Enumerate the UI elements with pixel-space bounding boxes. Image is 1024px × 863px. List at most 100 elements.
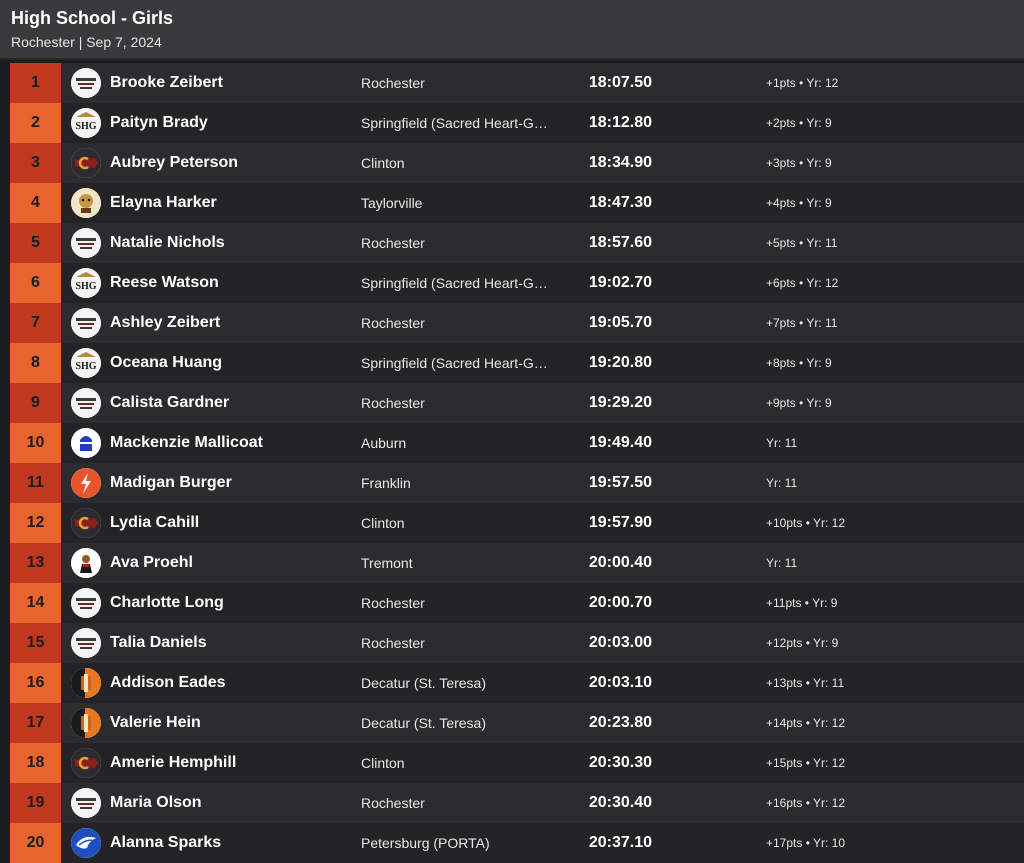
rochester-logo-icon xyxy=(71,588,101,618)
athlete-name[interactable]: Addison Eades xyxy=(110,674,226,692)
points-year: +16pts • Yr: 12 xyxy=(766,796,846,810)
athlete-name[interactable]: Maria Olson xyxy=(110,794,202,812)
athlete-name[interactable]: Oceana Huang xyxy=(110,354,222,372)
athlete-name[interactable]: Talia Daniels xyxy=(110,634,207,652)
rochester-logo-icon xyxy=(71,788,101,818)
athlete-name[interactable]: Reese Watson xyxy=(110,274,219,292)
result-row[interactable]: 7 Ashley Zeibert Rochester 19:05.70 +7pts • … xyxy=(10,303,1024,343)
school-name[interactable]: Petersburg (PORTA) xyxy=(361,835,561,851)
porta-logo-icon xyxy=(71,828,101,858)
finish-time: 20:30.30 xyxy=(588,754,652,771)
result-row[interactable]: 9 Calista Gardner Rochester 19:29.20 +9pts •… xyxy=(10,383,1024,423)
result-row[interactable]: 13 Ava Proehl Tremont 20:00.40 Yr: 11 xyxy=(10,543,1024,583)
finish-time: 19:49.40 xyxy=(588,434,652,451)
points-year: +13pts • Yr: 11 xyxy=(766,676,845,690)
athlete-name[interactable]: Valerie Hein xyxy=(110,714,201,732)
athlete-name[interactable]: Aubrey Peterson xyxy=(110,154,238,172)
school-name[interactable]: Rochester xyxy=(361,235,561,251)
result-row[interactable]: 5 Natalie Nichols Rochester 18:57.60 +5pts •… xyxy=(10,223,1024,263)
school-name[interactable]: Auburn xyxy=(361,435,561,451)
result-row[interactable]: 18 Amerie Hemphill Clinton 20:30.30 +15pts •… xyxy=(10,743,1024,783)
finish-time: 18:47.30 xyxy=(588,194,652,211)
athlete-name[interactable]: Amerie Hemphill xyxy=(110,754,236,772)
school-name[interactable]: Springfield (Sacred Heart-G… xyxy=(361,275,561,291)
place-number: 7 xyxy=(10,303,61,343)
result-row[interactable]: 20 Alanna Sparks Petersburg (PORTA) 20:37.1… xyxy=(10,823,1024,863)
franklin-logo-icon xyxy=(71,468,101,498)
svg-text:SHG: SHG xyxy=(75,121,96,132)
school-name[interactable]: Clinton xyxy=(361,515,561,531)
result-row[interactable]: 16 Addison Eades Decatur (St. Teresa) 20:03… xyxy=(10,663,1024,703)
place-number: 3 xyxy=(10,143,61,183)
finish-time: 20:30.40 xyxy=(588,794,652,811)
athlete-name[interactable]: Paityn Brady xyxy=(110,114,208,132)
result-row[interactable]: 6 SHG Reese Watson Springfield (Sacred Hear… xyxy=(10,263,1024,303)
place-number: 17 xyxy=(10,703,61,743)
school-name[interactable]: Rochester xyxy=(361,795,561,811)
result-row[interactable]: 1 Brooke Zeibert Rochester 18:07.50 +1pts • … xyxy=(10,63,1024,103)
athlete-name[interactable]: Elayna Harker xyxy=(110,194,217,212)
finish-time: 19:29.20 xyxy=(588,394,652,411)
result-row[interactable]: 14 Charlotte Long Rochester 20:00.70 +11pts … xyxy=(10,583,1024,623)
result-row[interactable]: 4 Elayna Harker Taylorville 18:47.30 +4pts •… xyxy=(10,183,1024,223)
result-row[interactable]: 12 Lydia Cahill Clinton 19:57.90 +10pts • Yr… xyxy=(10,503,1024,543)
result-row[interactable]: 15 Talia Daniels Rochester 20:03.00 +12pts •… xyxy=(10,623,1024,663)
finish-time: 20:03.10 xyxy=(588,674,652,691)
athlete-name[interactable]: Alanna Sparks xyxy=(110,834,221,852)
finish-time: 20:00.70 xyxy=(588,594,652,611)
school-name[interactable]: Franklin xyxy=(361,475,561,491)
clinton-logo-icon xyxy=(71,508,101,538)
place-number: 5 xyxy=(10,223,61,263)
athlete-name[interactable]: Madigan Burger xyxy=(110,474,232,492)
athlete-name[interactable]: Natalie Nichols xyxy=(110,234,225,252)
rochester-logo-icon xyxy=(71,308,101,338)
clinton-logo-icon xyxy=(71,748,101,778)
result-row[interactable]: 3 Aubrey Peterson Clinton 18:34.90 +3pts • Y… xyxy=(10,143,1024,183)
place-number: 13 xyxy=(10,543,61,583)
points-year: +15pts • Yr: 12 xyxy=(766,756,846,770)
result-row[interactable]: 10 Mackenzie Mallicoat Auburn 19:49.40 Yr: 1… xyxy=(10,423,1024,463)
place-number: 8 xyxy=(10,343,61,383)
points-year: +4pts • Yr: 9 xyxy=(766,196,832,210)
shg-logo-icon: SHG xyxy=(71,348,101,378)
athlete-name[interactable]: Ashley Zeibert xyxy=(110,314,220,332)
finish-time: 18:57.60 xyxy=(588,234,652,251)
athlete-name[interactable]: Calista Gardner xyxy=(110,394,229,412)
school-name[interactable]: Springfield (Sacred Heart-G… xyxy=(361,115,561,131)
school-name[interactable]: Decatur (St. Teresa) xyxy=(361,715,561,731)
school-name[interactable]: Springfield (Sacred Heart-G… xyxy=(361,355,561,371)
school-name[interactable]: Clinton xyxy=(361,755,561,771)
school-name[interactable]: Rochester xyxy=(361,75,561,91)
athlete-name[interactable]: Ava Proehl xyxy=(110,554,193,572)
result-row[interactable]: 17 Valerie Hein Decatur (St. Teresa) 20:23.… xyxy=(10,703,1024,743)
school-name[interactable]: Rochester xyxy=(361,595,561,611)
school-name[interactable]: Rochester xyxy=(361,395,561,411)
result-row[interactable]: 19 Maria Olson Rochester 20:30.40 +16pts • Y… xyxy=(10,783,1024,823)
svg-text:SHG: SHG xyxy=(75,281,96,292)
athlete-name[interactable]: Mackenzie Mallicoat xyxy=(110,434,263,452)
result-row[interactable]: 2 SHG Paityn Brady Springfield (Sacred Hear… xyxy=(10,103,1024,143)
school-name[interactable]: Tremont xyxy=(361,555,561,571)
school-name[interactable]: Rochester xyxy=(361,635,561,651)
rochester-logo-icon xyxy=(71,68,101,98)
school-name[interactable]: Taylorville xyxy=(361,195,561,211)
athlete-name[interactable]: Lydia Cahill xyxy=(110,514,199,532)
finish-time: 18:12.80 xyxy=(588,114,652,131)
school-name[interactable]: Decatur (St. Teresa) xyxy=(361,675,561,691)
points-year: +3pts • Yr: 9 xyxy=(766,156,832,170)
place-number: 4 xyxy=(10,183,61,223)
athlete-name[interactable]: Charlotte Long xyxy=(110,594,224,612)
school-name[interactable]: Rochester xyxy=(361,315,561,331)
place-number: 19 xyxy=(10,783,61,823)
finish-time: 19:57.90 xyxy=(588,514,652,531)
place-number: 10 xyxy=(10,423,61,463)
st-teresa-logo-icon xyxy=(71,708,101,738)
athlete-name[interactable]: Brooke Zeibert xyxy=(110,74,223,92)
points-year: +7pts • Yr: 11 xyxy=(766,316,838,330)
result-row[interactable]: 11 Madigan Burger Franklin 19:57.50 Yr: 11 xyxy=(10,463,1024,503)
results-table: 1 Brooke Zeibert Rochester 18:07.50 +1pts • … xyxy=(10,63,1024,863)
finish-time: 20:03.00 xyxy=(588,634,652,651)
result-row[interactable]: 8 SHG Oceana Huang Springfield (Sacred Hear… xyxy=(10,343,1024,383)
school-name[interactable]: Clinton xyxy=(361,155,561,171)
points-year: +8pts • Yr: 9 xyxy=(766,356,832,370)
